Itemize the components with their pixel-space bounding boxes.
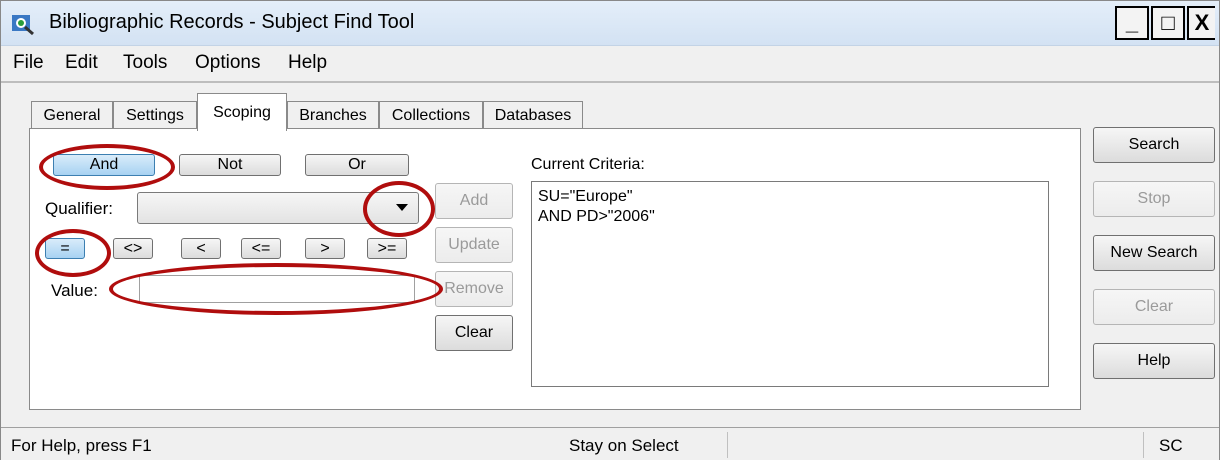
tab-settings[interactable]: Settings (113, 101, 197, 129)
status-bar: For Help, press F1 Stay on Select SC (1, 427, 1219, 460)
tab-branches[interactable]: Branches (287, 101, 379, 129)
menu-tools[interactable]: Tools (123, 52, 167, 74)
remove-button[interactable]: Remove (435, 271, 513, 307)
application-window: Bibliographic Records - Subject Find Too… (0, 0, 1220, 460)
search-button[interactable]: Search (1093, 127, 1215, 163)
maximize-icon: □ (1161, 10, 1175, 35)
status-separator (727, 432, 728, 458)
criteria-line: SU="Europe" (538, 188, 633, 205)
help-button[interactable]: Help (1093, 343, 1215, 379)
minimize-icon: _ (1125, 10, 1139, 35)
criteria-textbox[interactable]: SU="Europe" AND PD>"2006" (531, 181, 1049, 387)
status-mode: Stay on Select (569, 436, 679, 455)
criteria-line: AND PD>"2006" (538, 208, 655, 225)
tab-databases[interactable]: Databases (483, 101, 583, 129)
value-input[interactable] (139, 275, 415, 303)
not-button[interactable]: Not (179, 154, 281, 176)
chevron-down-icon[interactable] (396, 204, 408, 211)
menu-options[interactable]: Options (195, 52, 260, 74)
tab-collections[interactable]: Collections (379, 101, 483, 129)
value-label: Value: (51, 281, 98, 300)
qualifier-label: Qualifier: (45, 199, 114, 218)
status-indicator: SC (1159, 436, 1183, 455)
menu-help[interactable]: Help (288, 52, 327, 74)
maximize-button[interactable]: □ (1151, 6, 1185, 40)
menu-edit[interactable]: Edit (65, 52, 98, 74)
window-title: Bibliographic Records - Subject Find Too… (49, 11, 415, 33)
status-separator (1143, 432, 1144, 458)
update-button[interactable]: Update (435, 227, 513, 263)
and-button[interactable]: And (53, 154, 155, 176)
qualifier-dropdown[interactable] (137, 192, 419, 224)
title-bar[interactable]: Bibliographic Records - Subject Find Too… (1, 1, 1219, 46)
new-search-button[interactable]: New Search (1093, 235, 1215, 271)
operator-equals-button[interactable]: = (45, 238, 85, 259)
menu-separator (1, 81, 1219, 83)
add-button[interactable]: Add (435, 183, 513, 219)
close-icon: X (1194, 10, 1210, 35)
operator-less-equal-button[interactable]: <= (241, 238, 281, 259)
app-icon (12, 15, 34, 36)
operator-greater-equal-button[interactable]: >= (367, 238, 407, 259)
stop-button[interactable]: Stop (1093, 181, 1215, 217)
status-help-text: For Help, press F1 (11, 436, 152, 455)
clear-criteria-button[interactable]: Clear (435, 315, 513, 351)
close-button[interactable]: X (1187, 6, 1215, 40)
tab-scoping[interactable]: Scoping (197, 93, 287, 131)
criteria-label: Current Criteria: (531, 156, 645, 173)
tab-general[interactable]: General (31, 101, 113, 129)
clear-button[interactable]: Clear (1093, 289, 1215, 325)
operator-not-equal-button[interactable]: <> (113, 238, 153, 259)
menu-bar: File Edit Tools Options Help (1, 47, 1219, 79)
operator-greater-than-button[interactable]: > (305, 238, 345, 259)
menu-file[interactable]: File (13, 52, 44, 74)
operator-less-than-button[interactable]: < (181, 238, 221, 259)
or-button[interactable]: Or (305, 154, 409, 176)
minimize-button[interactable]: _ (1115, 6, 1149, 40)
